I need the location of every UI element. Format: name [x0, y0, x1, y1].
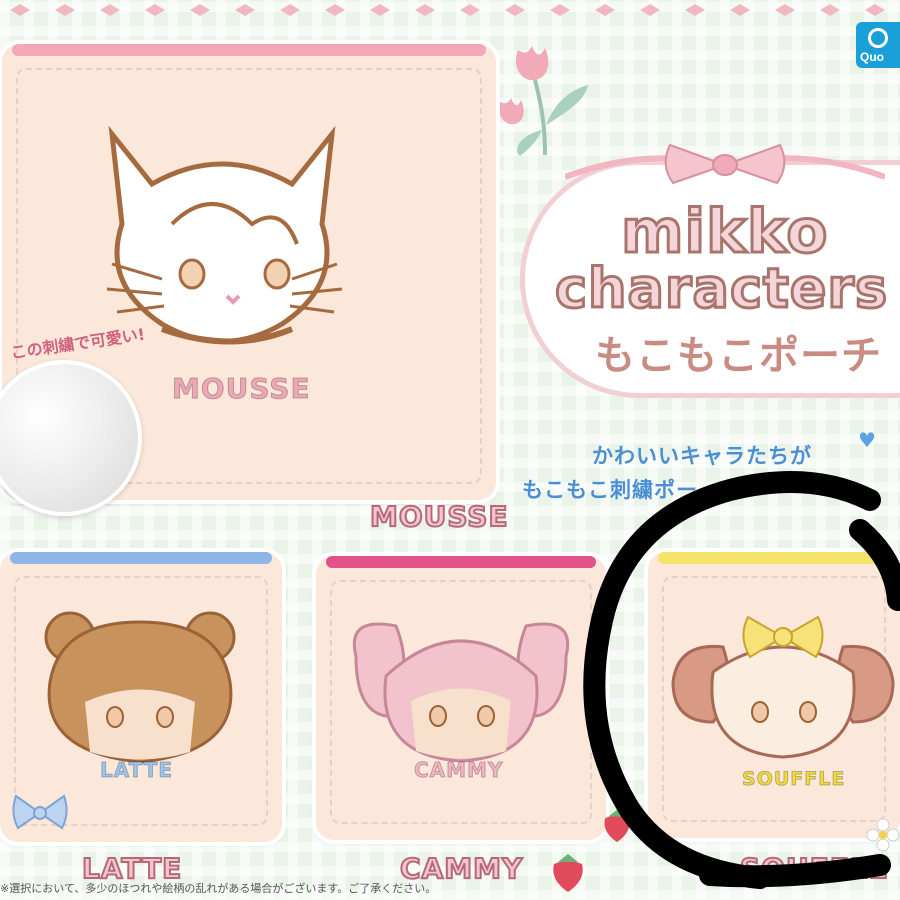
zipper [12, 44, 486, 56]
footnote-text: ※選択において、多少のほつれや絵柄の乱れがある場合がございます。ご了承ください。 [0, 882, 437, 895]
title-line-2: characters [553, 256, 889, 322]
ribbon-bow-icon [565, 143, 885, 185]
brand-ring-icon [868, 28, 888, 48]
tagline-line-1: かわいいキャラたちが [592, 444, 812, 468]
cammy-face-embroidery [353, 622, 569, 763]
title-card: mikko characters もこもこポーチ [520, 143, 900, 398]
pouch-mousse-name: MOUSSE [172, 372, 311, 406]
zipper [326, 556, 596, 568]
heart-icon: ♥ [858, 428, 876, 452]
pouch-cammy-name: CAMMY [413, 758, 504, 783]
blue-bow-icon [12, 794, 68, 830]
brand-logo: Quo [856, 22, 900, 68]
mousse-face-embroidery [106, 125, 343, 345]
latte-face-embroidery [44, 611, 236, 764]
bow-border [10, 4, 885, 16]
title-line-3: もこもこポーチ [595, 333, 882, 379]
brand-logo-text: Quo [860, 50, 884, 64]
hand-drawn-circle-annotation [583, 471, 900, 889]
label-mousse: MOUSSE [369, 499, 509, 534]
zipper [10, 552, 272, 564]
pouch-latte-name: LATTE [99, 758, 174, 783]
